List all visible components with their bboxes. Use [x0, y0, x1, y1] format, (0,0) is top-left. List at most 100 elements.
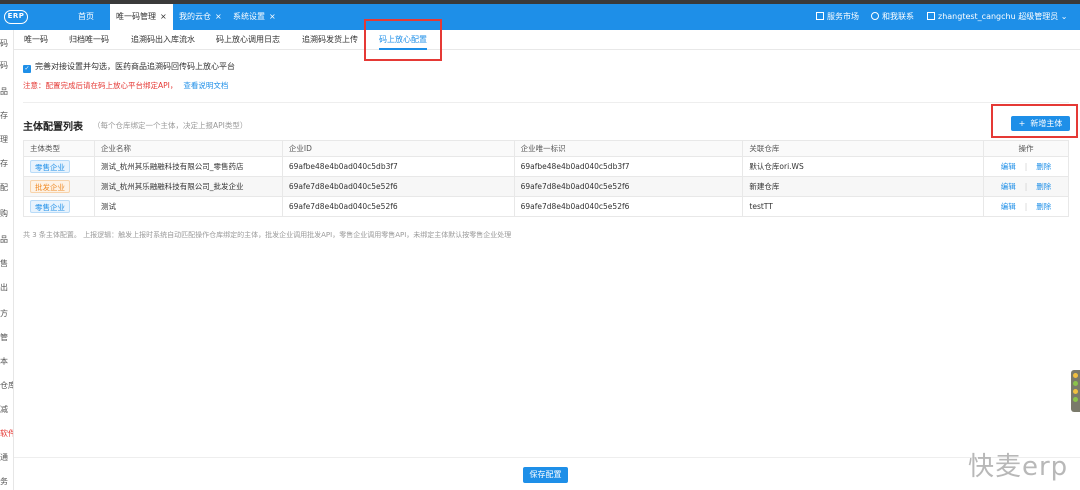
action-separator: | — [1024, 162, 1028, 171]
cell-name: 测试 — [93, 196, 283, 217]
sidebar-item[interactable]: 仓库 — [0, 380, 13, 391]
widget-dot-icon — [1073, 389, 1078, 394]
subtab-trace-stock-flow[interactable]: 追溯码出入库流水 — [131, 30, 195, 50]
cell-type: 零售企业 — [23, 196, 95, 217]
enable-upload-row[interactable]: ✓ 完善对接设置并勾选，医药商品追溯码回传码上放心平台 — [23, 61, 235, 73]
section-title: 主体配置列表 — [23, 122, 83, 133]
subtab-archived-code[interactable]: 归档唯一码 — [69, 30, 109, 50]
table-header-row: 主体类型 企业名称 企业ID 企业唯一标识 关联仓库 操作 — [23, 140, 1069, 157]
delete-link[interactable]: 删除 — [1036, 202, 1051, 211]
col-header-warehouse: 关联仓库 — [742, 140, 984, 157]
sidebar-item[interactable]: 品 — [0, 86, 13, 97]
subtab-ship-upload[interactable]: 追溯码发货上传 — [302, 30, 358, 50]
close-icon[interactable]: × — [269, 12, 276, 21]
cell-type: 零售企业 — [23, 156, 95, 177]
close-icon[interactable]: × — [215, 12, 222, 21]
cell-warehouse: 新建仓库 — [742, 176, 984, 197]
cell-warehouse: testTT — [742, 196, 984, 217]
chevron-down-icon: ⌄ — [1060, 12, 1068, 21]
table-row: 批发企业 测试_杭州其乐融融科技有限公司_批发企业 69afe7d8e4b0ad… — [23, 176, 1069, 197]
checkbox-checked-icon[interactable]: ✓ — [23, 65, 31, 73]
sub-tab-bar: 唯一码 归档唯一码 追溯码出入库流水 码上放心调用日志 追溯码发货上传 码上放心… — [14, 30, 1080, 50]
col-header-name: 企业名称 — [93, 140, 283, 157]
sidebar-item[interactable]: 存 — [0, 158, 13, 169]
highlight-box — [991, 104, 1078, 138]
sidebar-item[interactable]: 软件 — [0, 428, 13, 439]
subtab-unique-code[interactable]: 唯一码 — [24, 30, 48, 50]
col-header-actions: 操作 — [983, 140, 1069, 157]
col-header-type: 主体类型 — [23, 140, 95, 157]
cell-warehouse: 默认仓库ori.WS — [742, 156, 984, 177]
sidebar-item[interactable]: 码 — [0, 60, 13, 71]
subtab-call-log[interactable]: 码上放心调用日志 — [216, 30, 280, 50]
sidebar-item[interactable]: 售 — [0, 258, 13, 269]
user-role: 超级管理员 — [1018, 12, 1059, 21]
tab-my-cloud-warehouse[interactable]: 我的云仓 × — [179, 4, 222, 30]
widget-dot-icon — [1073, 397, 1078, 402]
cell-uid: 69afe7d8e4b0ad040c5e52f6 — [513, 196, 744, 217]
checkbox-label: 完善对接设置并勾选，医药商品追溯码回传码上放心平台 — [35, 62, 235, 71]
sidebar-item[interactable]: 品 — [0, 234, 13, 245]
sidebar-item[interactable]: 减 — [0, 404, 13, 415]
cell-uid: 69afe7d8e4b0ad040c5e52f6 — [513, 176, 744, 197]
tab-system-settings-label: 系统设置 — [233, 12, 265, 21]
action-separator: | — [1024, 202, 1028, 211]
close-icon[interactable]: × — [160, 12, 167, 21]
table-footnote: 共 3 条主体配置。 上报逻辑：触发上报时系统自动匹配操作仓库绑定的主体，批发企… — [23, 231, 512, 239]
entity-table: 主体类型 企业名称 企业ID 企业唯一标识 关联仓库 操作 零售企业 测试_杭州… — [23, 140, 1069, 217]
sidebar-item[interactable]: 务 — [0, 476, 13, 487]
cell-type: 批发企业 — [23, 176, 95, 197]
section-divider — [23, 102, 1069, 103]
edit-link[interactable]: 编辑 — [1001, 162, 1016, 171]
floating-side-widget[interactable] — [1071, 370, 1080, 412]
type-badge: 批发企业 — [30, 180, 70, 193]
service-market-link[interactable]: 服务市场 — [816, 4, 859, 30]
cell-actions: 编辑 | 删除 — [983, 196, 1069, 217]
sidebar-item[interactable]: 方 — [0, 308, 13, 319]
save-config-button[interactable]: 保存配置 — [523, 467, 568, 483]
sidebar-item[interactable]: 管 — [0, 332, 13, 343]
col-header-id: 企业ID — [281, 140, 515, 157]
tab-home[interactable]: 首页 — [78, 4, 94, 30]
tab-unique-code[interactable]: 唯一码管理 × — [110, 4, 173, 30]
edit-link[interactable]: 编辑 — [1001, 182, 1016, 191]
table-row: 零售企业 测试 69afe7d8e4b0ad040c5e52f6 69afe7d… — [23, 196, 1069, 217]
cell-name: 测试_杭州其乐融融科技有限公司_零售药店 — [93, 156, 283, 177]
col-header-uid: 企业唯一标识 — [513, 140, 744, 157]
section-hint: （每个仓库绑定一个主体，决定上报API类型） — [93, 121, 248, 130]
config-note: 注意：配置完成后请在码上放心平台绑定API， 查看说明文档 — [23, 80, 228, 91]
note-text: 注意：配置完成后请在码上放心平台绑定API， — [23, 81, 178, 90]
delete-link[interactable]: 删除 — [1036, 162, 1051, 171]
sidebar-item[interactable]: 本 — [0, 356, 13, 367]
sidebar-item[interactable]: 出 — [0, 282, 13, 293]
erp-logo[interactable]: ERP — [4, 10, 28, 24]
sidebar-item[interactable]: 配 — [0, 182, 13, 193]
contact-link[interactable]: 和我联系 — [871, 4, 914, 30]
delete-link[interactable]: 删除 — [1036, 182, 1051, 191]
tab-home-label: 首页 — [78, 12, 94, 21]
sidebar-item[interactable]: 购 — [0, 208, 13, 219]
sidebar-item[interactable]: 通 — [0, 452, 13, 463]
cell-actions: 编辑 | 删除 — [983, 176, 1069, 197]
user-menu[interactable]: zhangtest_cangchu 超级管理员 ⌄ — [927, 4, 1067, 30]
tab-system-settings[interactable]: 系统设置 × — [233, 4, 276, 30]
cell-uid: 69afbe48e4b0ad040c5db3f7 — [513, 156, 744, 177]
cell-id: 69afe7d8e4b0ad040c5e52f6 — [281, 176, 515, 197]
highlight-box — [364, 19, 442, 61]
type-badge: 零售企业 — [30, 160, 70, 173]
tab-unique-code-label: 唯一码管理 — [116, 12, 156, 21]
cell-actions: 编辑 | 删除 — [983, 156, 1069, 177]
table-row: 零售企业 测试_杭州其乐融融科技有限公司_零售药店 69afbe48e4b0ad… — [23, 156, 1069, 177]
cell-id: 69afe7d8e4b0ad040c5e52f6 — [281, 196, 515, 217]
sidebar-item[interactable]: 理 — [0, 134, 13, 145]
watermark: 快麦erp — [968, 452, 1069, 482]
footer-divider — [14, 457, 1080, 458]
doc-link[interactable]: 查看说明文档 — [183, 81, 228, 90]
contact-label: 和我联系 — [882, 12, 914, 21]
edit-link[interactable]: 编辑 — [1001, 202, 1016, 211]
grid-icon — [816, 12, 824, 20]
sidebar-item[interactable]: 码 — [0, 38, 13, 49]
cell-id: 69afbe48e4b0ad040c5db3f7 — [281, 156, 515, 177]
sidebar-item[interactable]: 存 — [0, 110, 13, 121]
left-sidebar: 码 码 品 存 理 存 配 购 品 售 出 方 管 本 仓库 减 软件 通 务 — [0, 30, 14, 490]
